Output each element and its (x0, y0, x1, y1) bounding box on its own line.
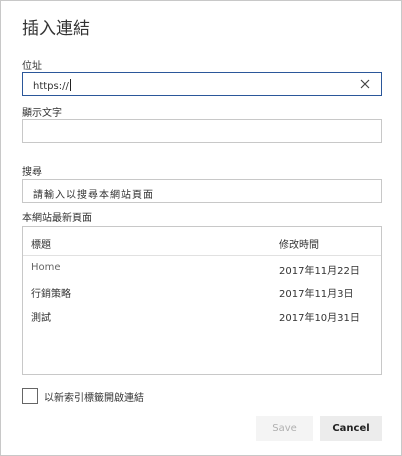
address-value: https:// (33, 79, 71, 92)
clear-address-button[interactable] (357, 76, 373, 92)
search-label: 搜尋 (22, 167, 42, 178)
list-header: 標題 修改時間 (23, 227, 381, 256)
page-title: 測試 (31, 313, 51, 324)
recent-pages-label: 本網站最新頁面 (22, 213, 92, 224)
page-title: 行銷策略 (31, 289, 71, 300)
new-tab-label: 以新索引標籤開啟連結 (44, 393, 144, 404)
cancel-button[interactable]: Cancel (320, 416, 382, 441)
recent-pages-list[interactable]: 標題 修改時間 Home 2017年11月22日 行銷策略 2017年11月3日… (22, 226, 382, 375)
page-modified-date: 2017年11月3日 (279, 289, 354, 300)
page-modified-date: 2017年11月22日 (279, 266, 360, 277)
save-button[interactable]: Save (256, 416, 313, 441)
display-text-input[interactable] (22, 119, 382, 143)
search-input[interactable]: 請輸入以搜尋本網站頁面 (22, 179, 382, 203)
display-text-label: 顯示文字 (22, 108, 62, 119)
list-item[interactable]: 測試 2017年10月31日 (23, 304, 381, 326)
address-input[interactable]: https:// (22, 72, 382, 96)
page-title: Home (31, 262, 61, 273)
search-placeholder: 請輸入以搜尋本網站頁面 (33, 190, 154, 201)
column-header-modified: 修改時間 (279, 240, 319, 251)
address-label: 位址 (22, 61, 42, 72)
text-caret (69, 79, 71, 91)
new-tab-checkbox[interactable] (22, 388, 38, 404)
dialog-title: 插入連結 (22, 19, 90, 39)
insert-link-dialog: 插入連結 位址 https:// 顯示文字 搜尋 請輸入以搜尋本網站頁面 本網站… (0, 0, 402, 456)
column-header-title: 標題 (31, 240, 51, 251)
close-icon (360, 79, 370, 89)
list-item[interactable]: 行銷策略 2017年11月3日 (23, 280, 381, 302)
page-modified-date: 2017年10月31日 (279, 313, 360, 324)
list-item[interactable]: Home 2017年11月22日 (23, 257, 381, 279)
